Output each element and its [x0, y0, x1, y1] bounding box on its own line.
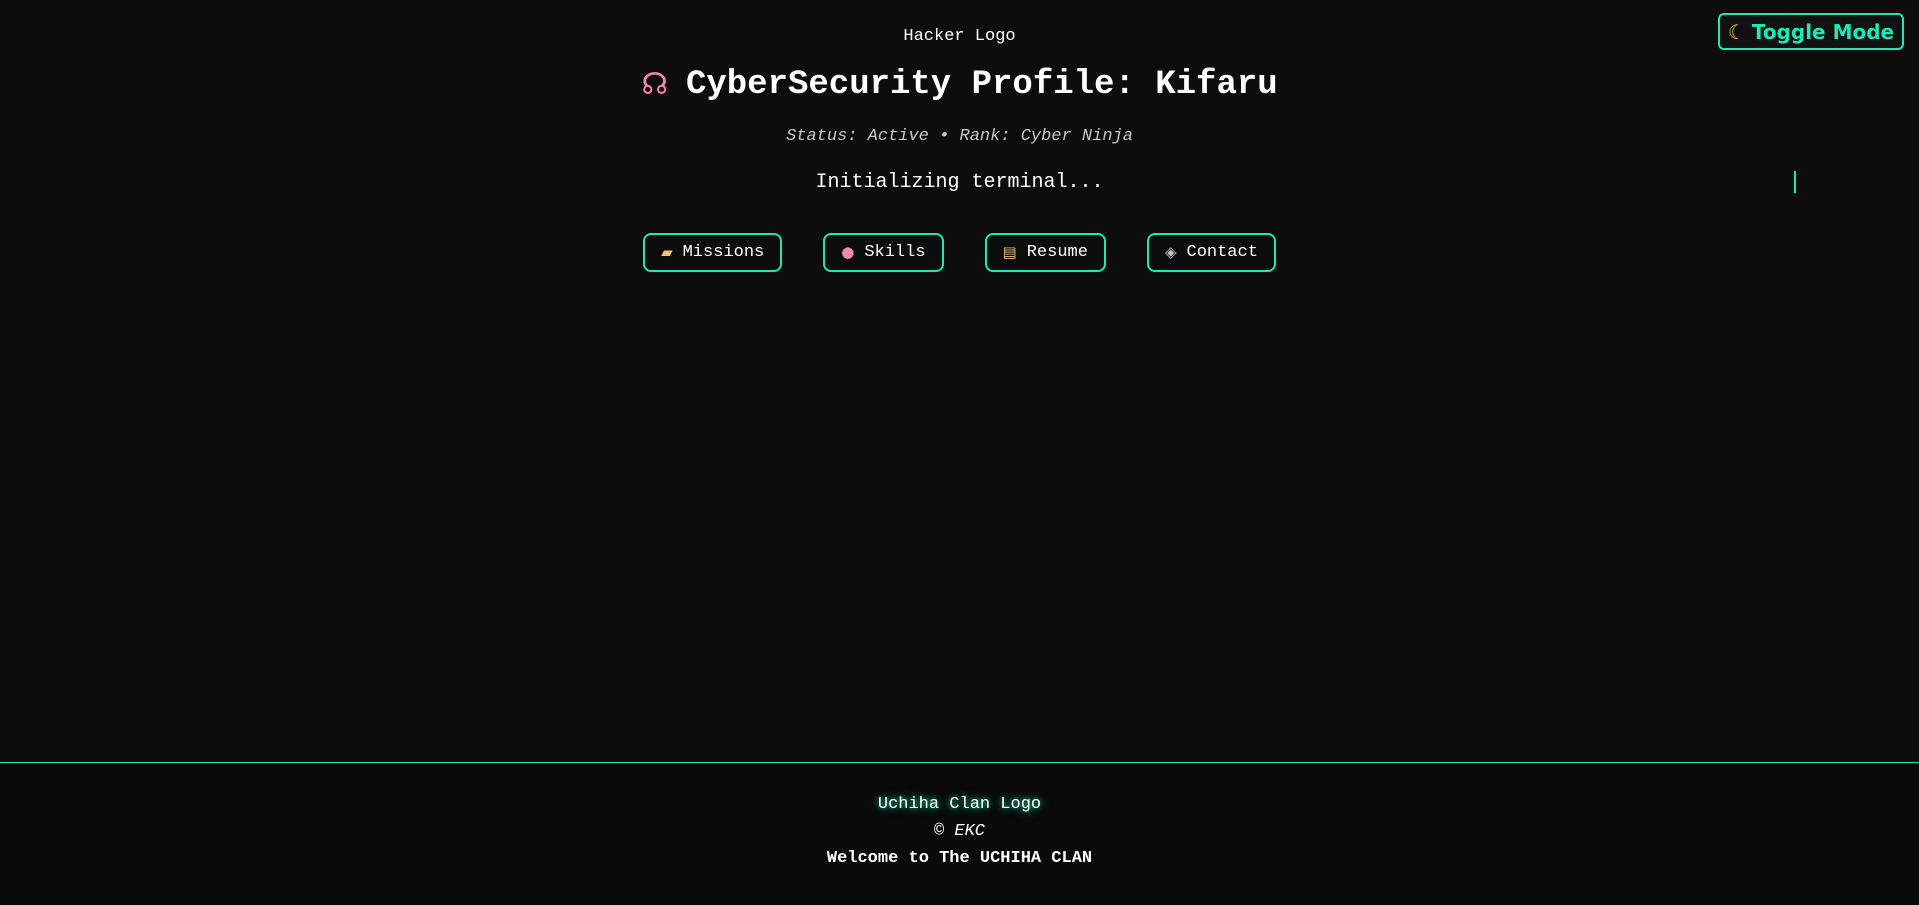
copyright: © EKC — [933, 822, 985, 841]
satellite-icon: ◈ — [1164, 243, 1177, 261]
main-nav: ▰ Missions ● Skills ▤ Resume ◈ Contact — [0, 233, 1919, 272]
welcome-message: Welcome to The UCHIHA CLAN — [826, 849, 1093, 868]
resume-label: Resume — [1026, 243, 1088, 262]
hacker-logo: Hacker Logo — [903, 27, 1016, 46]
page: ☾ Toggle Mode Hacker Logo ☊ CyberSecurit… — [0, 0, 1919, 905]
folder-icon: ▰ — [661, 243, 673, 261]
uchiha-clan-logo-text: Uchiha Clan Logo — [877, 795, 1042, 814]
skills-button[interactable]: ● Skills — [823, 233, 944, 272]
missions-label: Missions — [682, 243, 765, 262]
contact-button[interactable]: ◈ Contact — [1146, 233, 1276, 272]
terminal-text: Initializing terminal... — [815, 171, 1104, 194]
page-title: ☊ CyberSecurity Profile: Kifaru — [0, 66, 1919, 104]
brain-icon: ● — [841, 243, 855, 261]
terminal-cursor — [1794, 171, 1796, 193]
page-title-text: CyberSecurity Profile: Kifaru — [685, 66, 1278, 104]
scroll-icon: ▤ — [1002, 243, 1017, 261]
skills-label: Skills — [864, 243, 926, 262]
brain-icon: ☊ — [641, 67, 668, 102]
resume-button[interactable]: ▤ Resume — [984, 233, 1106, 272]
missions-button[interactable]: ▰ Missions — [643, 233, 783, 272]
uchiha-clan-logo: Uchiha Clan Logo — [0, 795, 1919, 814]
footer: Uchiha Clan Logo © EKC Welcome to The UC… — [0, 762, 1919, 905]
contact-label: Contact — [1186, 243, 1258, 262]
status-line: Status: Active • Rank: Cyber Ninja — [786, 127, 1133, 146]
